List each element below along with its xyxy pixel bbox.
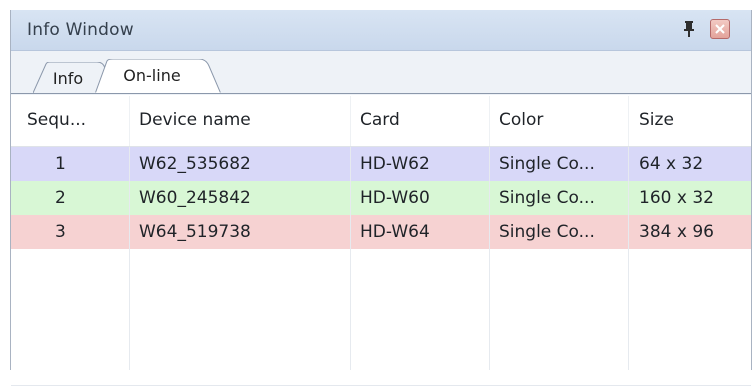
cell-size: 64 x 32 — [639, 154, 704, 174]
empty-row — [11, 351, 751, 386]
close-button[interactable] — [710, 19, 730, 39]
column-divider — [489, 147, 490, 370]
column-divider — [129, 147, 130, 370]
header-card[interactable]: Card — [360, 110, 480, 130]
tab-strip: Info On-line — [11, 51, 751, 95]
cell-device-name: W64_519738 — [139, 222, 251, 242]
header-size[interactable]: Size — [639, 110, 739, 130]
table-row-1[interactable]: 1 W62_535682 HD-W62 Single Co... 64 x 32 — [11, 147, 751, 182]
cell-card: HD-W62 — [360, 154, 430, 174]
header-separator — [129, 96, 130, 146]
pin-icon[interactable] — [681, 20, 697, 38]
tab-divider — [11, 93, 751, 94]
cell-card: HD-W64 — [360, 222, 430, 242]
cell-size: 384 x 96 — [639, 222, 714, 242]
header-sequence[interactable]: Sequ... — [27, 110, 119, 130]
empty-row — [11, 317, 751, 352]
cell-device-name: W62_535682 — [139, 154, 251, 174]
empty-row — [11, 283, 751, 318]
window-title: Info Window — [27, 20, 134, 40]
device-table: Sequ... Device name Card Color Size 1 W6… — [11, 96, 751, 386]
header-device-name[interactable]: Device name — [139, 110, 339, 130]
empty-row — [11, 249, 751, 284]
title-bar[interactable]: Info Window — [11, 10, 751, 51]
table-row-2[interactable]: 2 W60_245842 HD-W60 Single Co... 160 x 3… — [11, 181, 751, 216]
info-window: Info Window Info On-line Sequ... Device … — [10, 10, 752, 386]
column-divider — [350, 147, 351, 370]
tab-on-line[interactable]: On-line — [95, 59, 221, 94]
tab-on-line-label: On-line — [123, 66, 181, 85]
header-separator — [628, 96, 629, 146]
header-separator — [350, 96, 351, 146]
table-row-3[interactable]: 3 W64_519738 HD-W64 Single Co... 384 x 9… — [11, 215, 751, 250]
cell-size: 160 x 32 — [639, 188, 714, 208]
cell-sequence: 3 — [55, 222, 66, 242]
cell-color: Single Co... — [499, 154, 595, 174]
cell-color: Single Co... — [499, 188, 595, 208]
cell-card: HD-W60 — [360, 188, 430, 208]
header-separator — [489, 96, 490, 146]
close-icon — [715, 24, 725, 34]
table-header: Sequ... Device name Card Color Size — [11, 96, 751, 147]
header-color[interactable]: Color — [499, 110, 619, 130]
cell-color: Single Co... — [499, 222, 595, 242]
cell-device-name: W60_245842 — [139, 188, 251, 208]
column-divider — [628, 147, 629, 370]
cell-sequence: 2 — [55, 188, 66, 208]
cell-sequence: 1 — [55, 154, 66, 174]
